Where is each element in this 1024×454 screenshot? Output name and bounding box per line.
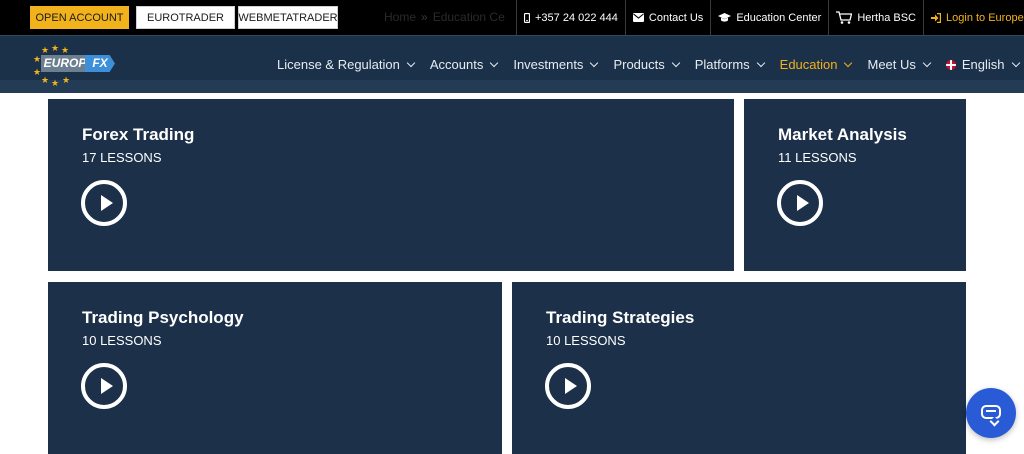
course-card-trading-psychology[interactable]: Trading Psychology 10 LESSONS xyxy=(48,282,502,454)
contact-us-label: Contact Us xyxy=(648,11,704,24)
lesson-count: 11 LESSONS xyxy=(778,150,857,165)
chevron-down-icon xyxy=(756,58,765,67)
chevron-down-icon xyxy=(590,58,599,67)
lesson-count: 10 LESSONS xyxy=(546,333,626,348)
top-bar: OPEN ACCOUNT EUROTRADER WEBMETATRADER Ho… xyxy=(0,0,1024,35)
chevron-down-icon xyxy=(1011,58,1020,67)
course-title: Forex Trading xyxy=(82,125,195,144)
phone-icon xyxy=(524,12,530,23)
login-icon xyxy=(931,12,942,23)
nav-item-accounts[interactable]: Accounts xyxy=(429,57,499,72)
chat-icon xyxy=(981,405,1001,419)
uk-flag-icon xyxy=(945,59,956,70)
hertha-bsc-link[interactable]: Hertha BSC xyxy=(828,0,923,35)
logo-star-icon: ★ xyxy=(33,67,42,77)
nav-item-label: Platforms xyxy=(694,57,750,72)
logo-star-icon: ★ xyxy=(51,78,60,88)
nav-item-education[interactable]: Education xyxy=(779,57,853,72)
webmetatrader-button[interactable]: WEBMETATRADER xyxy=(238,6,338,29)
play-icon[interactable] xyxy=(545,363,591,409)
hertha-bsc-label: Hertha BSC xyxy=(857,11,917,24)
main-nav: ★ ★ ★ ★ ★ ★ ★ ★ EUROPE FX License & Regu… xyxy=(0,35,1024,93)
europefx-logo[interactable]: ★ ★ ★ ★ ★ ★ ★ ★ EUROPE FX xyxy=(29,43,119,88)
login-link[interactable]: Login to EuropeFX xyxy=(923,0,1024,35)
course-card-trading-strategies[interactable]: Trading Strategies 10 LESSONS xyxy=(512,282,966,454)
nav-item-label: Investments xyxy=(513,57,584,72)
contact-us-link[interactable]: Contact Us xyxy=(624,0,710,35)
course-card-forex-trading[interactable]: Forex Trading 17 LESSONS xyxy=(48,99,734,271)
chevron-down-icon xyxy=(490,58,499,67)
breadcrumb-current: Education Ce xyxy=(432,10,505,24)
course-title: Market Analysis xyxy=(778,125,907,144)
nav-menu: License & Regulation Accounts Investment… xyxy=(277,57,1024,72)
breadcrumb-separator: » xyxy=(421,10,428,24)
phone-label: +357 24 022 444 xyxy=(535,11,618,24)
play-icon[interactable] xyxy=(777,180,823,226)
nav-item-label: License & Regulation xyxy=(277,57,400,72)
breadcrumb-home[interactable]: Home xyxy=(384,10,416,24)
nav-item-label: Products xyxy=(613,57,665,72)
nav-item-label: Meet Us xyxy=(867,57,916,72)
play-icon[interactable] xyxy=(81,180,127,226)
education-center-label: Education Center xyxy=(736,11,822,24)
nav-item-investments[interactable]: Investments xyxy=(513,57,599,72)
chevron-down-icon xyxy=(922,58,932,67)
course-title: Trading Strategies xyxy=(546,308,695,327)
nav-item-language[interactable]: English xyxy=(945,57,1020,72)
logo-star-icon: ★ xyxy=(41,45,50,55)
logo-star-icon: ★ xyxy=(33,54,42,64)
nav-item-license-regulation[interactable]: License & Regulation xyxy=(277,57,416,72)
logo-star-icon: ★ xyxy=(51,43,60,53)
phone-link[interactable]: +357 24 022 444 xyxy=(516,0,625,35)
nav-item-meet-us[interactable]: Meet Us xyxy=(867,57,932,72)
eurotrader-button[interactable]: EUROTRADER xyxy=(136,6,235,29)
nav-item-platforms[interactable]: Platforms xyxy=(694,57,765,72)
chevron-down-icon xyxy=(406,58,416,67)
play-icon[interactable] xyxy=(81,363,127,409)
logo-fx-text: FX xyxy=(85,55,115,72)
open-account-button[interactable]: OPEN ACCOUNT xyxy=(30,6,129,29)
course-title: Trading Psychology xyxy=(82,308,244,327)
graduation-cap-icon xyxy=(718,12,732,22)
chevron-down-icon xyxy=(844,58,853,67)
education-center-link[interactable]: Education Center xyxy=(710,0,828,35)
logo-star-icon: ★ xyxy=(61,45,70,55)
top-links: +357 24 022 444 Contact Us Education Cen… xyxy=(516,0,1024,35)
lesson-count: 10 LESSONS xyxy=(82,333,162,348)
chat-widget-button[interactable] xyxy=(966,388,1016,438)
login-label: Login to EuropeFX xyxy=(946,11,1024,24)
envelope-icon xyxy=(632,13,644,22)
nav-item-label: English xyxy=(961,57,1005,72)
shopping-cart-icon xyxy=(836,11,853,24)
nav-item-label: Education xyxy=(779,57,838,72)
course-card-market-analysis[interactable]: Market Analysis 11 LESSONS xyxy=(744,99,966,271)
breadcrumb: Home » Education Ce xyxy=(384,10,516,24)
nav-item-label: Accounts xyxy=(429,57,484,72)
lesson-count: 17 LESSONS xyxy=(82,150,162,165)
nav-item-products[interactable]: Products xyxy=(613,57,680,72)
chevron-down-icon xyxy=(671,58,680,67)
logo-star-icon: ★ xyxy=(62,75,71,85)
logo-star-icon: ★ xyxy=(41,75,50,85)
